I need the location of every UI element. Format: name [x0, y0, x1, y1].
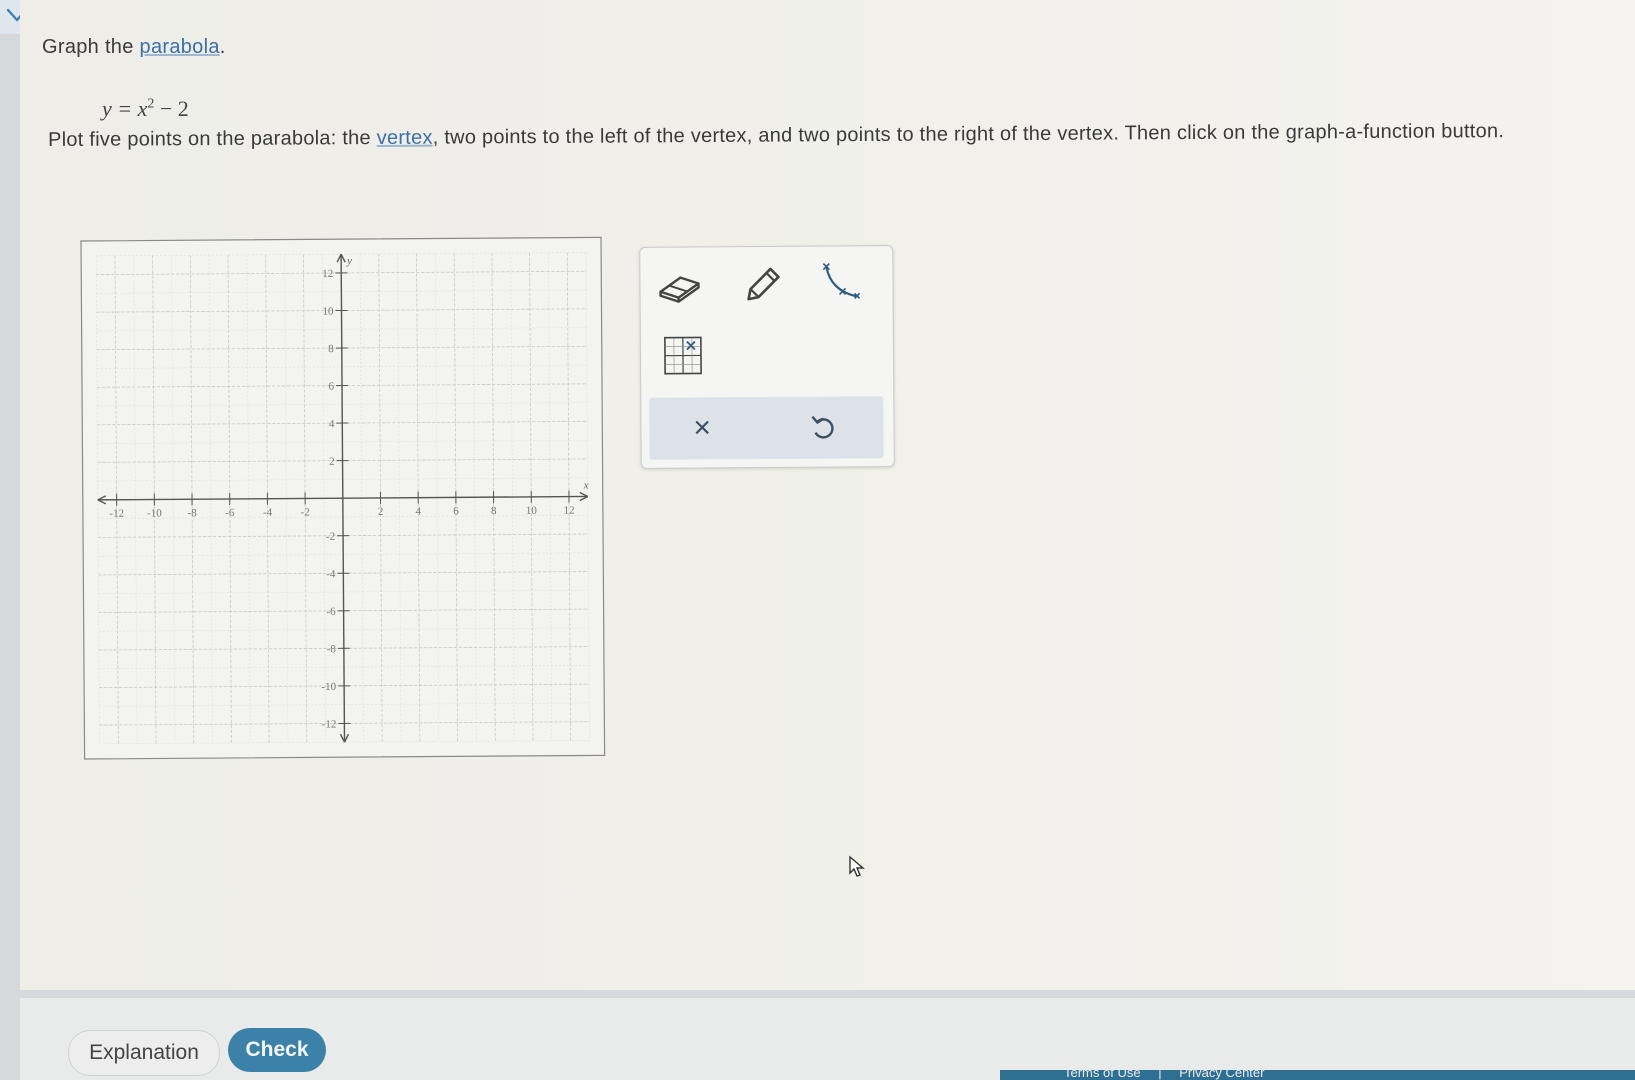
x-tick-label: -10 — [147, 507, 162, 519]
x-tick-label: 8 — [491, 505, 497, 517]
equation-lhs: y = — [102, 96, 133, 121]
check-label: Check — [245, 1038, 309, 1061]
graph-area[interactable]: -12 -10 -8 -6 -4 -2 2 4 6 8 10 12 12 10 8 6 4 2 -2 -4 -6 -8 -1… — [80, 236, 606, 760]
check-button[interactable]: Check — [228, 1028, 326, 1072]
close-icon: × — [693, 411, 712, 445]
graph-tool-panel: × — [639, 245, 895, 469]
y-tick-label: 10 — [322, 306, 334, 318]
question-prompt: Graph the parabola. — [42, 36, 226, 59]
y-tick-label: -6 — [326, 606, 336, 618]
y-tick-label: 4 — [329, 418, 335, 430]
graph-function-button[interactable] — [818, 260, 864, 311]
prompt-period: . — [219, 36, 226, 58]
x-tick-label: 12 — [564, 505, 575, 517]
y-tick-label: 8 — [328, 343, 334, 355]
graph-function-icon — [822, 263, 861, 299]
equation-tail: − 2 — [159, 96, 189, 121]
mouse-cursor-icon — [848, 855, 866, 884]
y-tick-label: -8 — [327, 643, 337, 655]
coordinate-plane[interactable]: -12 -10 -8 -6 -4 -2 2 4 6 8 10 12 12 10 8 6 4 2 -2 -4 -6 -8 -1… — [80, 236, 606, 760]
equation-exponent: 2 — [147, 96, 155, 112]
left-sidebar-strip — [0, 0, 20, 1080]
y-tick-label: -2 — [326, 531, 335, 543]
point-grid-tool-button[interactable] — [663, 335, 703, 380]
x-tick-label: -6 — [225, 507, 235, 519]
x-tick-label: 2 — [378, 506, 384, 518]
y-tick-label: 6 — [328, 381, 334, 393]
y-tick-label: 2 — [329, 456, 335, 468]
explanation-button[interactable]: Explanation — [68, 1030, 220, 1076]
footer-bar: Explanation Check — [20, 998, 1635, 1080]
footer-divider — [20, 990, 1635, 998]
action-bar: × — [649, 396, 884, 460]
y-tick-label: -12 — [322, 718, 337, 730]
y-axis-label: y — [346, 255, 352, 267]
eraser-icon — [659, 276, 700, 303]
equation-var: x — [137, 96, 148, 121]
privacy-link[interactable]: Privacy Center — [1179, 1065, 1264, 1080]
undo-button[interactable] — [809, 413, 837, 448]
parabola-link[interactable]: parabola — [140, 36, 220, 58]
x-tick-label: -2 — [301, 506, 310, 518]
links-separator: | — [1158, 1065, 1162, 1080]
instructions-text-1: Plot five points on the parabola: the — [48, 127, 371, 151]
y-tick-label: 12 — [322, 268, 333, 280]
x-tick-label: 10 — [526, 505, 538, 517]
instructions: Plot five points on the parabola: the ve… — [48, 114, 1628, 156]
x-tick-label: -8 — [188, 507, 198, 519]
y-tick-label: -4 — [326, 568, 336, 580]
x-axis-label: x — [583, 479, 589, 491]
vertex-link[interactable]: vertex — [377, 127, 433, 149]
clear-button[interactable]: × — [693, 411, 711, 445]
x-tick-label: -4 — [263, 507, 273, 519]
undo-icon — [811, 415, 834, 439]
legal-links: Terms of Use | Privacy Center — [1050, 1065, 1264, 1080]
x-tick-label: -12 — [109, 508, 124, 520]
x-tick-label: 4 — [415, 506, 421, 518]
explanation-label: Explanation — [89, 1041, 199, 1064]
equation: y = x2 − 2 — [102, 96, 189, 122]
x-tick-label: 6 — [453, 505, 459, 517]
pencil-icon — [747, 267, 780, 301]
y-tick-label: -10 — [321, 681, 336, 693]
pencil-tool-button[interactable] — [740, 263, 784, 312]
prompt-text: Graph the — [42, 36, 134, 58]
instructions-text-2: , two points to the left of the vertex, … — [432, 120, 1505, 149]
point-grid-icon — [664, 336, 702, 375]
terms-link[interactable]: Terms of Use — [1064, 1065, 1141, 1080]
eraser-tool-button[interactable] — [656, 269, 702, 310]
question-area: Graph the parabola. y = x2 − 2 Plot five… — [20, 0, 1635, 1000]
